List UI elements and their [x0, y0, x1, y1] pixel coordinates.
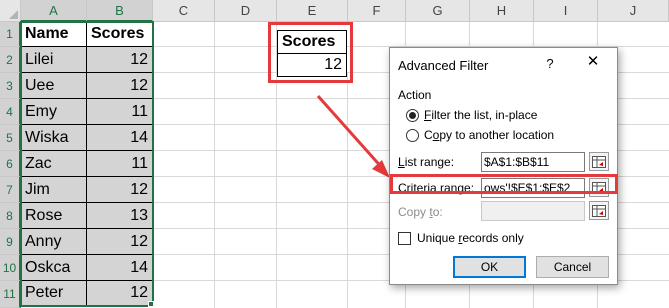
row-header-5[interactable]: 5 — [0, 125, 21, 151]
criteria-range-input[interactable]: ows'!$E$1:$E$2 — [481, 178, 585, 198]
score-cell[interactable]: 12 — [87, 229, 153, 255]
criteria-range-collapse-button[interactable] — [589, 178, 609, 197]
row-header-6[interactable]: 6 — [0, 151, 21, 177]
name-cell[interactable]: Lilei — [21, 47, 87, 73]
score-cell[interactable]: 13 — [87, 203, 153, 229]
row-header-11[interactable]: 11 — [0, 281, 21, 308]
unique-records-checkbox[interactable] — [398, 231, 411, 245]
range-select-icon — [592, 204, 606, 217]
dialog-title: Advanced Filter — [398, 58, 489, 73]
copy-to-label: Copy to: — [398, 205, 443, 219]
column-e-cells[interactable] — [277, 73, 348, 308]
name-cell[interactable]: Oskca — [21, 255, 87, 281]
list-range-collapse-button[interactable] — [589, 152, 609, 171]
cell-a1-name-header[interactable]: Name — [21, 22, 87, 47]
column-header-g[interactable]: G — [406, 0, 470, 22]
unique-records-label: Unique records only — [417, 231, 524, 245]
name-cell[interactable]: Zac — [21, 151, 87, 177]
cell-e1-criteria-header[interactable]: Scores — [277, 30, 347, 54]
row-header-3[interactable]: 3 — [0, 73, 21, 99]
row-header-7[interactable]: 7 — [0, 177, 21, 203]
radio-button-selected[interactable] — [406, 108, 419, 122]
score-cell[interactable]: 14 — [87, 125, 153, 151]
score-cell[interactable]: 12 — [87, 73, 153, 99]
column-header-j[interactable]: J — [598, 0, 669, 22]
name-cell[interactable]: Anny — [21, 229, 87, 255]
row-header-2[interactable]: 2 — [0, 47, 21, 73]
column-header-d[interactable]: D — [215, 0, 277, 22]
list-range-label: List range: — [398, 155, 455, 169]
name-cell[interactable]: Wiska — [21, 125, 87, 151]
column-d-cells[interactable] — [215, 22, 277, 308]
radio-copy-to-location[interactable]: Copy to another location — [406, 128, 554, 142]
copy-to-input[interactable] — [481, 201, 585, 221]
score-cell[interactable]: 11 — [87, 151, 153, 177]
list-range-input[interactable]: $A$1:$B$11 — [481, 152, 585, 172]
column-header-i[interactable]: I — [534, 0, 598, 22]
radio-filter-in-place-label: Filter the list, in-place — [424, 108, 538, 122]
name-cell[interactable]: Rose — [21, 203, 87, 229]
select-all-corner[interactable] — [0, 0, 21, 22]
name-cell[interactable]: Uee — [21, 73, 87, 99]
column-c-cells[interactable] — [153, 22, 215, 308]
name-cell[interactable]: Jim — [21, 177, 87, 203]
column-header-a[interactable]: A — [21, 0, 87, 22]
criteria-range-label: Criteria range: — [398, 181, 475, 195]
score-cell[interactable]: 11 — [87, 99, 153, 125]
range-select-icon — [592, 155, 606, 168]
cancel-button[interactable]: Cancel — [536, 256, 609, 278]
advanced-filter-dialog: Advanced Filter ? ✕ Action Filter the li… — [389, 47, 618, 285]
row-header-10[interactable]: 10 — [0, 255, 21, 281]
fill-handle[interactable] — [148, 301, 154, 307]
radio-copy-to-location-label: Copy to another location — [424, 128, 555, 142]
cell-b1-scores-header[interactable]: Scores — [87, 22, 153, 47]
radio-button-unselected[interactable] — [406, 128, 419, 142]
column-header-c[interactable]: C — [153, 0, 215, 22]
help-icon[interactable]: ? — [543, 56, 557, 71]
name-cell[interactable]: Peter — [21, 281, 87, 306]
score-cell[interactable]: 12 — [87, 177, 153, 203]
close-icon[interactable]: ✕ — [586, 54, 600, 70]
radio-filter-in-place[interactable]: Filter the list, in-place — [406, 108, 537, 122]
row-header-4[interactable]: 4 — [0, 99, 21, 125]
unique-records-checkbox-row[interactable]: Unique records only — [398, 231, 524, 245]
copy-to-collapse-button[interactable] — [589, 201, 609, 220]
range-select-icon — [592, 181, 606, 194]
score-cell[interactable]: 14 — [87, 255, 153, 281]
action-group-label: Action — [398, 88, 432, 102]
ok-button[interactable]: OK — [453, 256, 526, 278]
row-header-9[interactable]: 9 — [0, 229, 21, 255]
column-header-e[interactable]: E — [277, 0, 348, 22]
score-cell[interactable]: 12 — [87, 47, 153, 73]
row-header-1[interactable]: 1 — [0, 22, 21, 47]
column-header-f[interactable]: F — [348, 0, 406, 22]
score-cell[interactable]: 12 — [87, 281, 153, 306]
column-header-h[interactable]: H — [470, 0, 534, 22]
column-header-b[interactable]: B — [87, 0, 153, 22]
row-header-8[interactable]: 8 — [0, 203, 21, 229]
name-cell[interactable]: Emy — [21, 99, 87, 125]
cell-e2-criteria-value[interactable]: 12 — [277, 53, 347, 77]
